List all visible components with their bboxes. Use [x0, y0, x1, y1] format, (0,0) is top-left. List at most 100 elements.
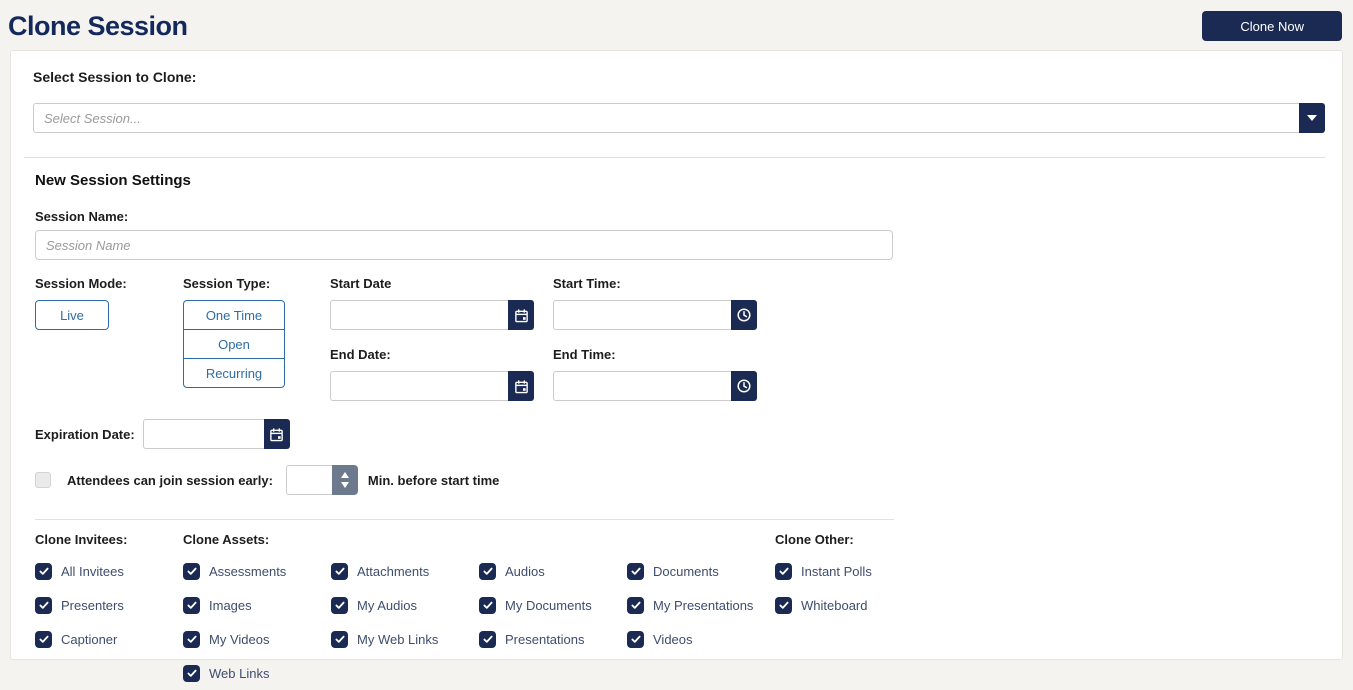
end-date-field	[330, 371, 553, 401]
checkmark-icon	[187, 635, 196, 643]
select-session-input[interactable]	[33, 103, 1299, 133]
clone-item-label: Images	[209, 597, 252, 613]
calendar-icon	[270, 427, 284, 441]
start-date-calendar-button[interactable]	[508, 300, 534, 330]
checkbox-checked[interactable]	[183, 596, 200, 614]
clone-item-documents[interactable]: Documents	[627, 554, 775, 588]
clone-column-header	[479, 532, 627, 554]
session-type-option-one-time[interactable]: One Time	[183, 300, 285, 330]
checkbox-checked[interactable]	[627, 562, 644, 580]
start-time-clock-button[interactable]	[731, 300, 757, 330]
checkbox-checked[interactable]	[627, 596, 644, 614]
start-time-field	[553, 300, 758, 330]
checkbox-checked[interactable]	[331, 596, 348, 614]
checkmark-icon	[187, 601, 196, 609]
expiration-date-input[interactable]	[142, 419, 264, 449]
end-date-label: End Date:	[330, 347, 391, 362]
session-type-option-open[interactable]: Open	[183, 329, 285, 359]
clone-item-label: Assessments	[209, 563, 287, 579]
end-time-clock-button[interactable]	[731, 371, 757, 401]
clone-column-4: Documents My Presentations Videos	[627, 532, 775, 690]
clone-item-assessments[interactable]: Assessments	[183, 554, 331, 588]
clone-item-audios[interactable]: Audios	[479, 554, 627, 588]
end-date-input[interactable]	[330, 371, 508, 401]
select-session-dropdown-button[interactable]	[1299, 103, 1325, 133]
clone-item-label: My Videos	[209, 631, 270, 647]
clone-item-my-audios[interactable]: My Audios	[331, 588, 479, 622]
start-time-input[interactable]	[553, 300, 731, 330]
clone-options-grid: Clone Invitees: All Invitees Presenters Cap…	[35, 532, 1325, 690]
expiration-date-field: Expiration Date:	[35, 419, 1325, 449]
clone-item-instant-polls[interactable]: Instant Polls	[775, 554, 923, 588]
clone-item-label: Videos	[653, 631, 693, 647]
new-session-settings-heading: New Session Settings	[35, 172, 191, 189]
clone-item-label: All Invitees	[61, 563, 124, 579]
session-mode-live-button[interactable]: Live	[35, 300, 109, 330]
clone-item-label: My Audios	[357, 597, 417, 613]
end-time-input[interactable]	[553, 371, 731, 401]
minutes-input[interactable]	[285, 465, 332, 495]
checkbox-checked[interactable]	[331, 562, 348, 580]
clone-item-videos[interactable]: Videos	[627, 622, 775, 656]
expiration-date-calendar-button[interactable]	[263, 419, 290, 449]
clone-item-images[interactable]: Images	[183, 588, 331, 622]
clone-item-presentations[interactable]: Presentations	[479, 622, 627, 656]
end-date-calendar-button[interactable]	[508, 371, 534, 401]
clock-icon	[737, 308, 751, 322]
checkbox-checked[interactable]	[35, 630, 52, 648]
stepper-up-icon[interactable]	[340, 472, 349, 478]
minutes-stepper[interactable]	[331, 465, 358, 495]
clone-item-label: Web Links	[209, 665, 270, 681]
clone-item-presenters[interactable]: Presenters	[35, 588, 183, 622]
page-title: Clone Session	[8, 10, 188, 41]
session-name-input[interactable]	[35, 230, 893, 260]
clone-item-my-presentations[interactable]: My Presentations	[627, 588, 775, 622]
stepper-down-icon[interactable]	[340, 482, 349, 488]
checkbox-checked[interactable]	[331, 630, 348, 648]
clone-item-label: My Presentations	[653, 597, 754, 613]
session-type-option-recurring[interactable]: Recurring	[183, 358, 285, 388]
end-time-field	[553, 371, 758, 401]
clone-item-label: My Web Links	[357, 631, 439, 647]
minutes-suffix-label: Min. before start time	[367, 472, 500, 488]
clone-item-my-web-links[interactable]: My Web Links	[331, 622, 479, 656]
checkbox-checked[interactable]	[775, 562, 792, 580]
checkbox-checked[interactable]	[775, 596, 792, 614]
select-session-row	[33, 103, 1325, 133]
checkmark-icon	[483, 567, 492, 575]
clone-item-web-links[interactable]: Web Links	[183, 656, 331, 690]
session-mode-label: Session Mode:	[35, 276, 127, 291]
start-date-input[interactable]	[330, 300, 508, 330]
clone-item-captioner[interactable]: Captioner	[35, 622, 183, 656]
checkbox-checked[interactable]	[627, 630, 644, 648]
clone-item-label: My Documents	[505, 597, 592, 613]
clone-column-header: Clone Assets:	[183, 532, 270, 547]
checkbox-checked[interactable]	[35, 596, 52, 614]
start-time-label: Start Time:	[553, 276, 621, 291]
calendar-icon	[514, 308, 528, 322]
clone-column-3: Audios My Documents Presentations	[479, 532, 627, 690]
checkbox-checked[interactable]	[183, 562, 200, 580]
session-type-column: Session Type: One Time Open Recurring	[183, 276, 330, 401]
checkmark-icon	[631, 567, 640, 575]
clone-item-my-videos[interactable]: My Videos	[183, 622, 331, 656]
date-column: Start Date End Date:	[330, 276, 553, 401]
checkbox-checked[interactable]	[479, 596, 496, 614]
attendees-early-checkbox[interactable]	[35, 472, 51, 488]
checkmark-icon	[631, 601, 640, 609]
checkbox-checked[interactable]	[479, 630, 496, 648]
checkmark-icon	[187, 567, 196, 575]
checkbox-checked[interactable]	[479, 562, 496, 580]
clone-item-my-documents[interactable]: My Documents	[479, 588, 627, 622]
page-header: Clone Session Clone Now	[0, 0, 1353, 50]
clone-now-button[interactable]: Clone Now	[1202, 11, 1342, 41]
checkmark-icon	[335, 567, 344, 575]
checkbox-checked[interactable]	[183, 630, 200, 648]
time-column: Start Time: End Time:	[553, 276, 758, 401]
checkbox-checked[interactable]	[35, 562, 52, 580]
end-time-label: End Time:	[553, 347, 616, 362]
clone-item-attachments[interactable]: Attachments	[331, 554, 479, 588]
checkbox-checked[interactable]	[183, 664, 200, 682]
clone-item-all-invitees[interactable]: All Invitees	[35, 554, 183, 588]
clone-item-whiteboard[interactable]: Whiteboard	[775, 588, 923, 622]
